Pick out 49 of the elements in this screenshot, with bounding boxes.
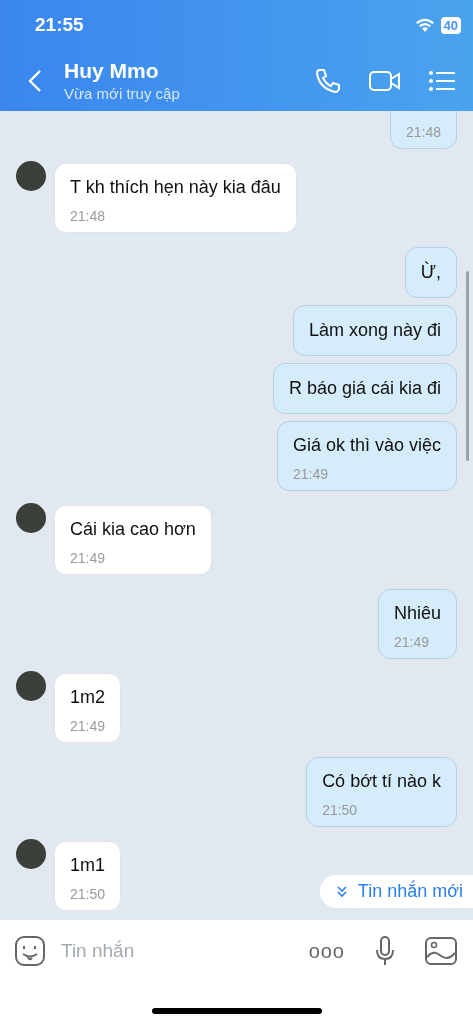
sticker-icon[interactable] <box>15 936 45 966</box>
message-bubble[interactable]: R báo giá cái kia đi <box>272 363 457 414</box>
microphone-icon[interactable] <box>375 936 395 966</box>
message-text: R báo giá cái kia đi <box>288 378 441 399</box>
video-call-icon[interactable] <box>369 69 401 92</box>
message-bubble[interactable]: Cái kia cao hơn 21:49 <box>54 505 212 575</box>
message-time: 21:50 <box>322 802 359 818</box>
message-text: Giá ok thì vào việc <box>292 435 441 456</box>
message-text: T kh thích hẹn này kia đâu <box>70 177 281 198</box>
image-icon[interactable] <box>425 937 457 965</box>
message-bubble[interactable]: T kh thích hẹn này kia đâu 21:48 <box>54 163 297 233</box>
last-seen-status: Vừa mới truy cập <box>64 85 181 102</box>
avatar[interactable] <box>16 161 46 191</box>
message-text: Có bớt tí nào k <box>322 771 441 792</box>
message-bubble[interactable]: 1m1 21:50 <box>54 841 122 911</box>
message-text: Làm xong này đi <box>308 320 441 341</box>
message-bubble[interactable]: Giá ok thì vào việc 21:49 <box>276 421 457 491</box>
message-time: 21:49 <box>70 718 106 734</box>
message-time: 21:49 <box>292 466 329 482</box>
message-text: 1m1 <box>70 855 106 876</box>
message-bubble[interactable]: Nhiêu 21:49 <box>377 589 457 659</box>
avatar[interactable] <box>16 503 46 533</box>
message-text: 1m2 <box>70 687 106 708</box>
message-bubble[interactable]: Ừ, <box>404 247 457 298</box>
avatar[interactable] <box>16 839 46 869</box>
avatar[interactable] <box>16 671 46 701</box>
back-icon[interactable] <box>28 68 42 93</box>
phone-icon[interactable] <box>315 67 341 94</box>
new-messages-button[interactable]: Tin nhắn mới <box>319 875 473 908</box>
menu-icon[interactable] <box>429 70 455 91</box>
scrollbar[interactable] <box>466 271 469 461</box>
message-time: 21:48 <box>70 208 107 224</box>
message-text: Ừ, <box>420 262 441 283</box>
status-time: 21:55 <box>35 14 85 36</box>
message-bubble[interactable]: 1m2 21:49 <box>54 673 122 743</box>
message-input[interactable]: Tin nhắn <box>59 939 309 963</box>
message-text: Nhiêu <box>393 603 441 624</box>
message-text: Cái kia cao hơn <box>70 519 196 540</box>
message-bubble[interactable]: Có bớt tí nào k 21:50 <box>306 757 457 827</box>
battery-level: 40 <box>440 16 461 34</box>
message-time: 21:49 <box>393 634 430 650</box>
message-time: 21:48 <box>405 124 441 140</box>
contact-name: Huy Mmo <box>64 59 160 83</box>
more-button[interactable]: ooo <box>308 939 345 963</box>
message-bubble[interactable]: Làm xong này đi <box>292 305 457 356</box>
message-time: 21:49 <box>70 550 107 566</box>
double-chevron-down-icon <box>335 885 348 898</box>
wifi-icon <box>414 17 435 33</box>
message-time: 21:50 <box>70 886 106 902</box>
